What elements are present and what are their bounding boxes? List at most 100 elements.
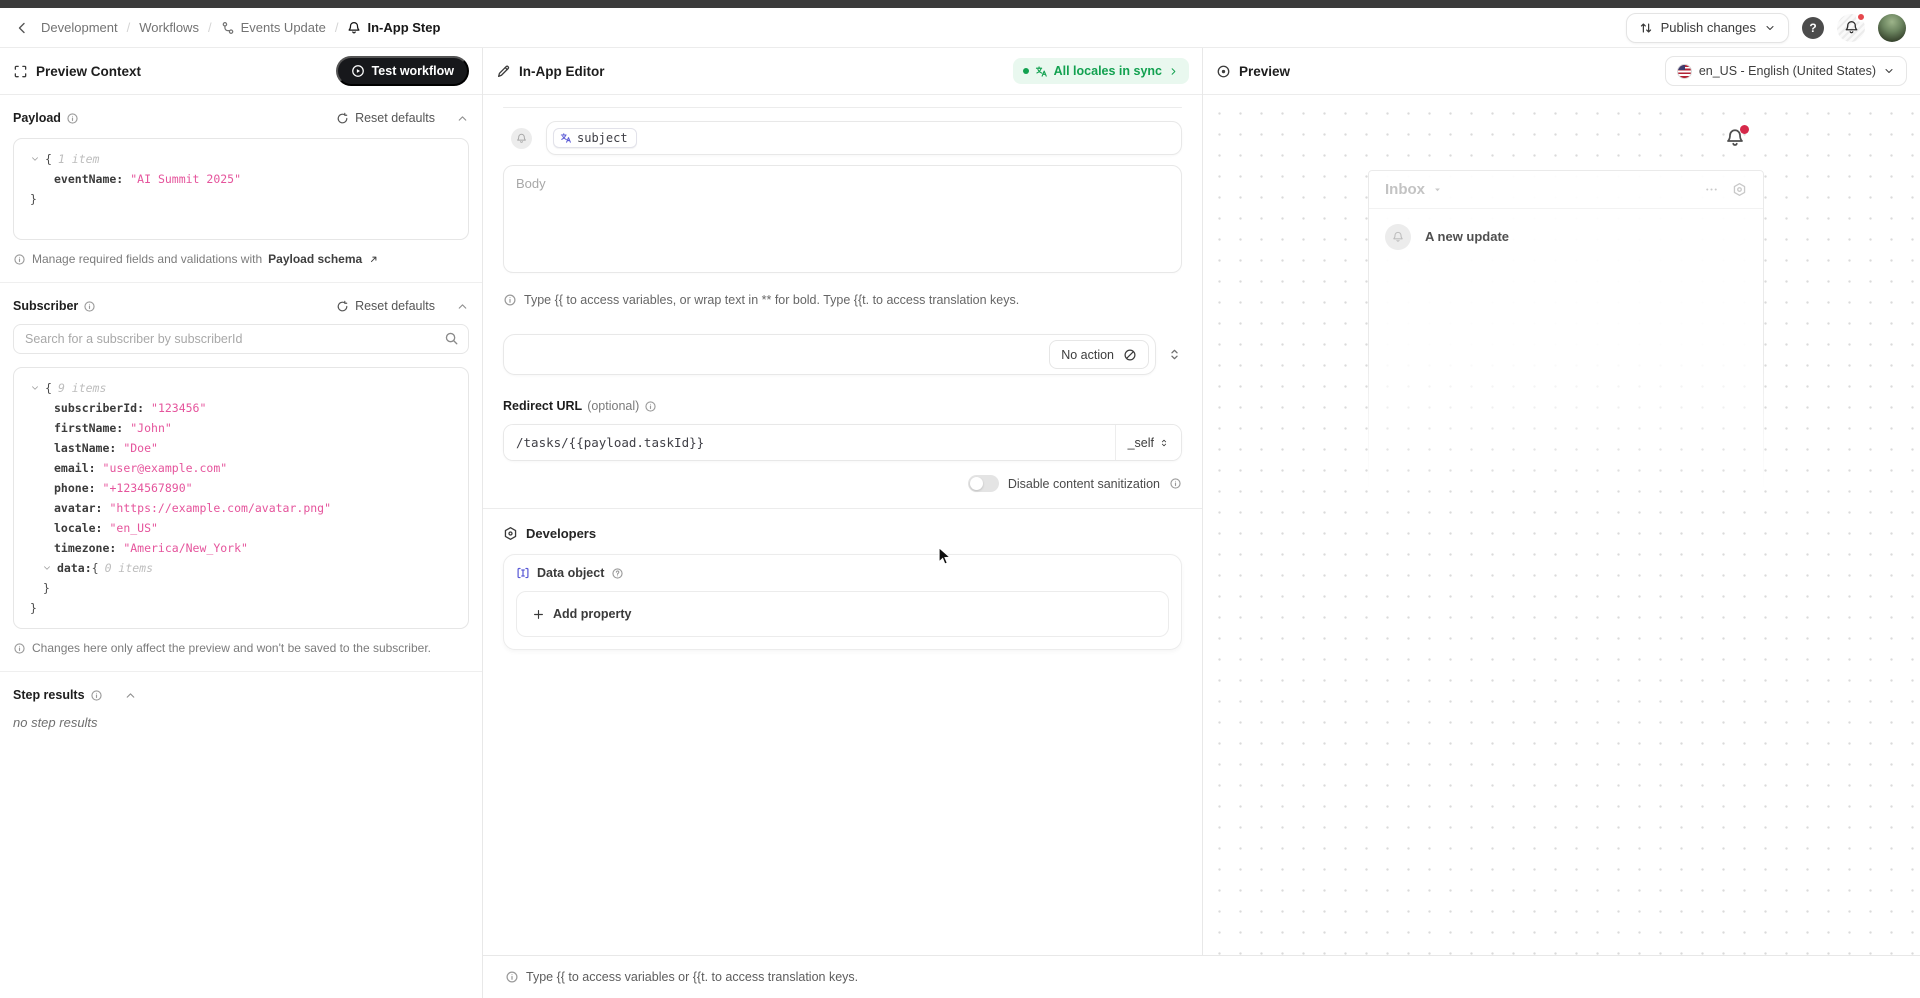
- notifications-button[interactable]: [1837, 14, 1865, 42]
- inbox-preview-card: Inbox A new update: [1368, 170, 1764, 500]
- step-results-title: Step results: [13, 688, 85, 702]
- external-link-icon: [368, 254, 379, 265]
- info-icon: [83, 300, 96, 313]
- step-results-section: Step results no step results: [0, 672, 482, 746]
- disable-sanitization-toggle[interactable]: [968, 475, 999, 492]
- inbox-notification-item[interactable]: A new update: [1369, 209, 1763, 265]
- subscriber-json-editor[interactable]: { 9 items subscriberId:"123456" firstNam…: [13, 367, 469, 629]
- breadcrumb-workflows[interactable]: Workflows: [139, 20, 199, 35]
- primary-action-box[interactable]: No action: [503, 334, 1156, 375]
- json-line: avatar:"https://example.com/avatar.png": [22, 498, 460, 518]
- bell-icon: [347, 21, 361, 35]
- expand-actions-icon[interactable]: [1167, 347, 1182, 362]
- settings-gear-icon[interactable]: [1732, 182, 1747, 197]
- top-navbar: Development / Workflows / Events Update …: [0, 8, 1920, 48]
- info-icon: [503, 293, 517, 307]
- info-icon: [644, 400, 657, 413]
- more-options-icon[interactable]: [1704, 182, 1719, 197]
- json-line: timezone:"America/New_York": [22, 538, 460, 558]
- help-button[interactable]: ?: [1802, 17, 1824, 39]
- chevron-right-icon: [1168, 66, 1179, 77]
- notification-avatar: [1385, 224, 1411, 250]
- data-object-icon: [516, 566, 530, 580]
- publish-changes-button[interactable]: Publish changes: [1626, 13, 1789, 43]
- step-results-empty: no step results: [13, 715, 469, 730]
- help-circle-icon: [611, 567, 624, 580]
- toggle-knob: [970, 477, 983, 490]
- json-line: data: { 0 items: [22, 558, 460, 578]
- json-line: lastName:"Doe": [22, 438, 460, 458]
- sanitization-row: Disable content sanitization: [503, 475, 1182, 492]
- body-input[interactable]: [503, 165, 1182, 273]
- subject-variable-chip[interactable]: subject: [553, 128, 637, 148]
- test-workflow-button[interactable]: Test workflow: [336, 56, 469, 86]
- locales-sync-badge[interactable]: All locales in sync: [1013, 58, 1189, 84]
- reset-icon: [336, 300, 349, 313]
- json-line: phone:"+1234567890": [22, 478, 460, 498]
- plus-icon: [532, 608, 545, 621]
- panel-title: Preview: [1239, 64, 1290, 79]
- json-line: { 1 item: [22, 149, 460, 169]
- user-avatar[interactable]: [1878, 14, 1906, 42]
- redirect-target-select[interactable]: _self: [1115, 425, 1181, 460]
- no-action-button[interactable]: No action: [1049, 340, 1149, 369]
- add-property-button[interactable]: Add property: [516, 591, 1169, 637]
- collapse-caret-icon[interactable]: [30, 154, 40, 164]
- redirect-url-field: _self: [503, 424, 1182, 461]
- json-line: }: [22, 189, 460, 209]
- editor-topline: [503, 107, 1182, 108]
- locale-selector-button[interactable]: en_US - English (United States): [1665, 56, 1907, 86]
- select-carets-icon: [1159, 438, 1169, 448]
- translate-icon: [1035, 65, 1048, 78]
- breadcrumb-step-name[interactable]: In-App Step: [347, 20, 440, 35]
- pencil-icon: [496, 64, 511, 79]
- redirect-url-label: Redirect URL: [503, 399, 582, 413]
- step-results-head: Step results: [13, 688, 469, 702]
- publish-label: Publish changes: [1661, 20, 1756, 35]
- collapse-caret-icon[interactable]: [42, 563, 52, 573]
- payload-json-editor[interactable]: { 1 item eventName: "AI Summit 2025" }: [13, 138, 469, 240]
- sanitization-label: Disable content sanitization: [1008, 477, 1160, 491]
- breadcrumb-workflow-name[interactable]: Events Update: [221, 20, 326, 35]
- breadcrumb-development[interactable]: Development: [41, 20, 118, 35]
- caret-down-icon[interactable]: [1432, 184, 1443, 195]
- editor-footer-hint: Type {{ to access variables or {{t. to a…: [483, 955, 1920, 998]
- editor-hint: Type {{ to access variables, or wrap tex…: [503, 293, 1182, 307]
- back-button[interactable]: [14, 20, 30, 36]
- info-icon: [13, 642, 26, 655]
- main-layout: Preview Context Test workflow Payload Re…: [0, 48, 1920, 998]
- data-object-header: Data object: [516, 566, 1169, 580]
- inbox-header: Inbox: [1369, 171, 1763, 208]
- breadcrumb-separator: /: [208, 20, 212, 35]
- payload-reset-button[interactable]: Reset defaults: [336, 111, 435, 125]
- preview-context-header: Preview Context Test workflow: [0, 48, 482, 95]
- subscriber-reset-button[interactable]: Reset defaults: [336, 299, 435, 313]
- payload-schema-link[interactable]: Payload schema: [268, 252, 362, 266]
- chevron-up-icon[interactable]: [456, 300, 469, 313]
- subscriber-title: Subscriber: [13, 299, 78, 313]
- chevron-up-icon[interactable]: [124, 689, 137, 702]
- redirect-url-label-row: Redirect URL (optional): [503, 399, 1182, 413]
- divider: [483, 508, 1202, 509]
- collapse-caret-icon[interactable]: [30, 383, 40, 393]
- in-app-editor-content: subject Type {{ to access variables, or …: [483, 95, 1202, 955]
- subject-row: subject: [503, 121, 1182, 155]
- inbox-actions: [1704, 182, 1747, 197]
- subscriber-search-input[interactable]: [13, 324, 469, 354]
- action-row: No action: [503, 334, 1182, 375]
- hexagon-icon: [503, 526, 518, 541]
- reset-icon: [336, 112, 349, 125]
- window-top-strip: [0, 0, 1920, 8]
- editor-preview-panels: In-App Editor All locales in sync: [483, 48, 1920, 955]
- notification-title: A new update: [1425, 229, 1509, 244]
- chevron-up-icon[interactable]: [456, 112, 469, 125]
- json-line: }: [22, 598, 460, 618]
- inbox-bell-icon[interactable]: [1725, 128, 1745, 148]
- payload-section-head: Payload Reset defaults: [13, 111, 469, 125]
- subject-input[interactable]: subject: [546, 121, 1182, 155]
- redirect-url-input[interactable]: [504, 425, 1115, 460]
- workflow-icon: [221, 21, 235, 35]
- json-line: locale:"en_US": [22, 518, 460, 538]
- info-icon: [13, 253, 26, 266]
- subscriber-search: [13, 324, 469, 354]
